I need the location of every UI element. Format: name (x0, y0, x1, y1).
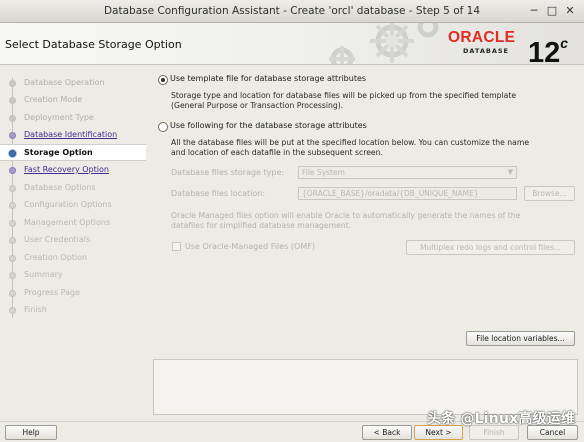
step-fast-recovery-option[interactable]: Fast Recovery Option (0, 162, 146, 179)
step-deployment-type: Deployment Type (0, 110, 146, 127)
gears-icon (329, 23, 439, 64)
step-user-credentials: User Credentials (0, 232, 146, 249)
step-creation-option: Creation Option (0, 250, 146, 267)
step-label: Progress Page (24, 288, 81, 297)
message-panel (153, 359, 578, 415)
storage-option-panel: Use template file for database storage a… (148, 66, 584, 356)
window-titlebar: Database Configuration Assistant - Creat… (0, 0, 584, 23)
step-configuration-options: Configuration Options (0, 197, 146, 214)
step-label: Creation Mode (24, 95, 83, 104)
step-label: Deployment Type (24, 113, 94, 122)
step-indicator-icon (9, 220, 16, 227)
step-summary: Summary (0, 267, 146, 284)
maximize-button[interactable]: □ (545, 4, 559, 18)
window-title: Database Configuration Assistant - Creat… (103, 5, 481, 17)
multiplex-button[interactable]: Multiplex redo logs and control files... (406, 240, 575, 255)
oracle-logo-text: ORACLE (448, 29, 516, 46)
database-logo-text: DATABASE (463, 47, 509, 55)
storage-type-label: Database files storage type: (171, 168, 285, 177)
wizard-steps-nav: Database Operation Creation Mode Deploym… (0, 66, 146, 421)
step-label: Configuration Options (24, 200, 112, 209)
custom-storage-radio[interactable] (158, 122, 168, 132)
step-progress-page: Progress Page (0, 285, 146, 302)
minimize-button[interactable]: ─ (527, 4, 541, 18)
step-indicator-icon (9, 307, 16, 314)
step-label[interactable]: Fast Recovery Option (24, 165, 109, 174)
step-label: Storage Option (24, 148, 93, 157)
back-button[interactable]: < Back (362, 425, 412, 440)
step-indicator-icon (9, 132, 16, 139)
step-indicator-icon (9, 97, 16, 104)
step-label: Summary (24, 270, 63, 279)
omf-checkbox-label[interactable]: Use Oracle-Managed Files (OMF) (185, 242, 315, 251)
step-indicator-icon (9, 272, 16, 279)
help-button[interactable]: Help (5, 425, 57, 440)
step-indicator-icon (9, 202, 16, 209)
step-label: Database Operation (24, 78, 105, 87)
step-database-identification[interactable]: Database Identification (0, 127, 146, 144)
step-label: Finish (24, 305, 47, 314)
location-label: Database files location: (171, 189, 266, 198)
step-indicator-icon (9, 80, 16, 87)
step-indicator-icon (9, 237, 16, 244)
omf-description: Oracle Managed files option will enable … (171, 211, 521, 230)
step-creation-mode: Creation Mode (0, 92, 146, 109)
step-label: Database Options (24, 183, 96, 192)
step-label: Management Options (24, 218, 111, 227)
current-step-icon (9, 150, 16, 157)
omf-checkbox[interactable] (172, 242, 181, 251)
template-storage-radio[interactable] (158, 75, 168, 85)
close-button[interactable]: ✕ (563, 4, 577, 18)
step-database-options: Database Options (0, 180, 146, 197)
template-storage-description: Storage type and location for database f… (171, 91, 517, 110)
step-finish: Finish (0, 302, 146, 319)
custom-storage-description: All the database files will be put at th… (171, 138, 530, 157)
step-indicator-icon (9, 185, 16, 192)
step-indicator-icon (9, 167, 16, 174)
version-logo: 12c (528, 35, 569, 65)
file-location-variables-button[interactable]: File location variables... (466, 331, 575, 346)
step-database-operation: Database Operation (0, 75, 146, 92)
step-indicator-icon (9, 255, 16, 262)
step-label: User Credentials (24, 235, 91, 244)
watermark-text: 头条 @Linux高级运维 (427, 411, 576, 427)
storage-type-select[interactable]: File System ▼ (298, 166, 517, 179)
chevron-down-icon: ▼ (507, 168, 513, 176)
step-label[interactable]: Database Identification (24, 130, 117, 139)
custom-storage-label[interactable]: Use following for the database storage a… (170, 121, 367, 130)
step-indicator-icon (9, 115, 16, 122)
template-storage-label[interactable]: Use template file for database storage a… (170, 74, 366, 83)
browse-button[interactable]: Browse... (524, 186, 575, 201)
step-indicator-icon (9, 290, 16, 297)
step-storage-option: Storage Option (0, 144, 146, 161)
location-input[interactable]: {ORACLE_BASE}/oradata/{DB_UNIQUE_NAME} (298, 187, 517, 200)
step-label: Creation Option (24, 253, 88, 262)
oracle-logo: ORACLE DATABASE (448, 29, 524, 55)
step-management-options: Management Options (0, 215, 146, 232)
wizard-header: Select Database Storage Option ORACLE DA… (0, 23, 584, 65)
page-title: Select Database Storage Option (5, 38, 182, 51)
